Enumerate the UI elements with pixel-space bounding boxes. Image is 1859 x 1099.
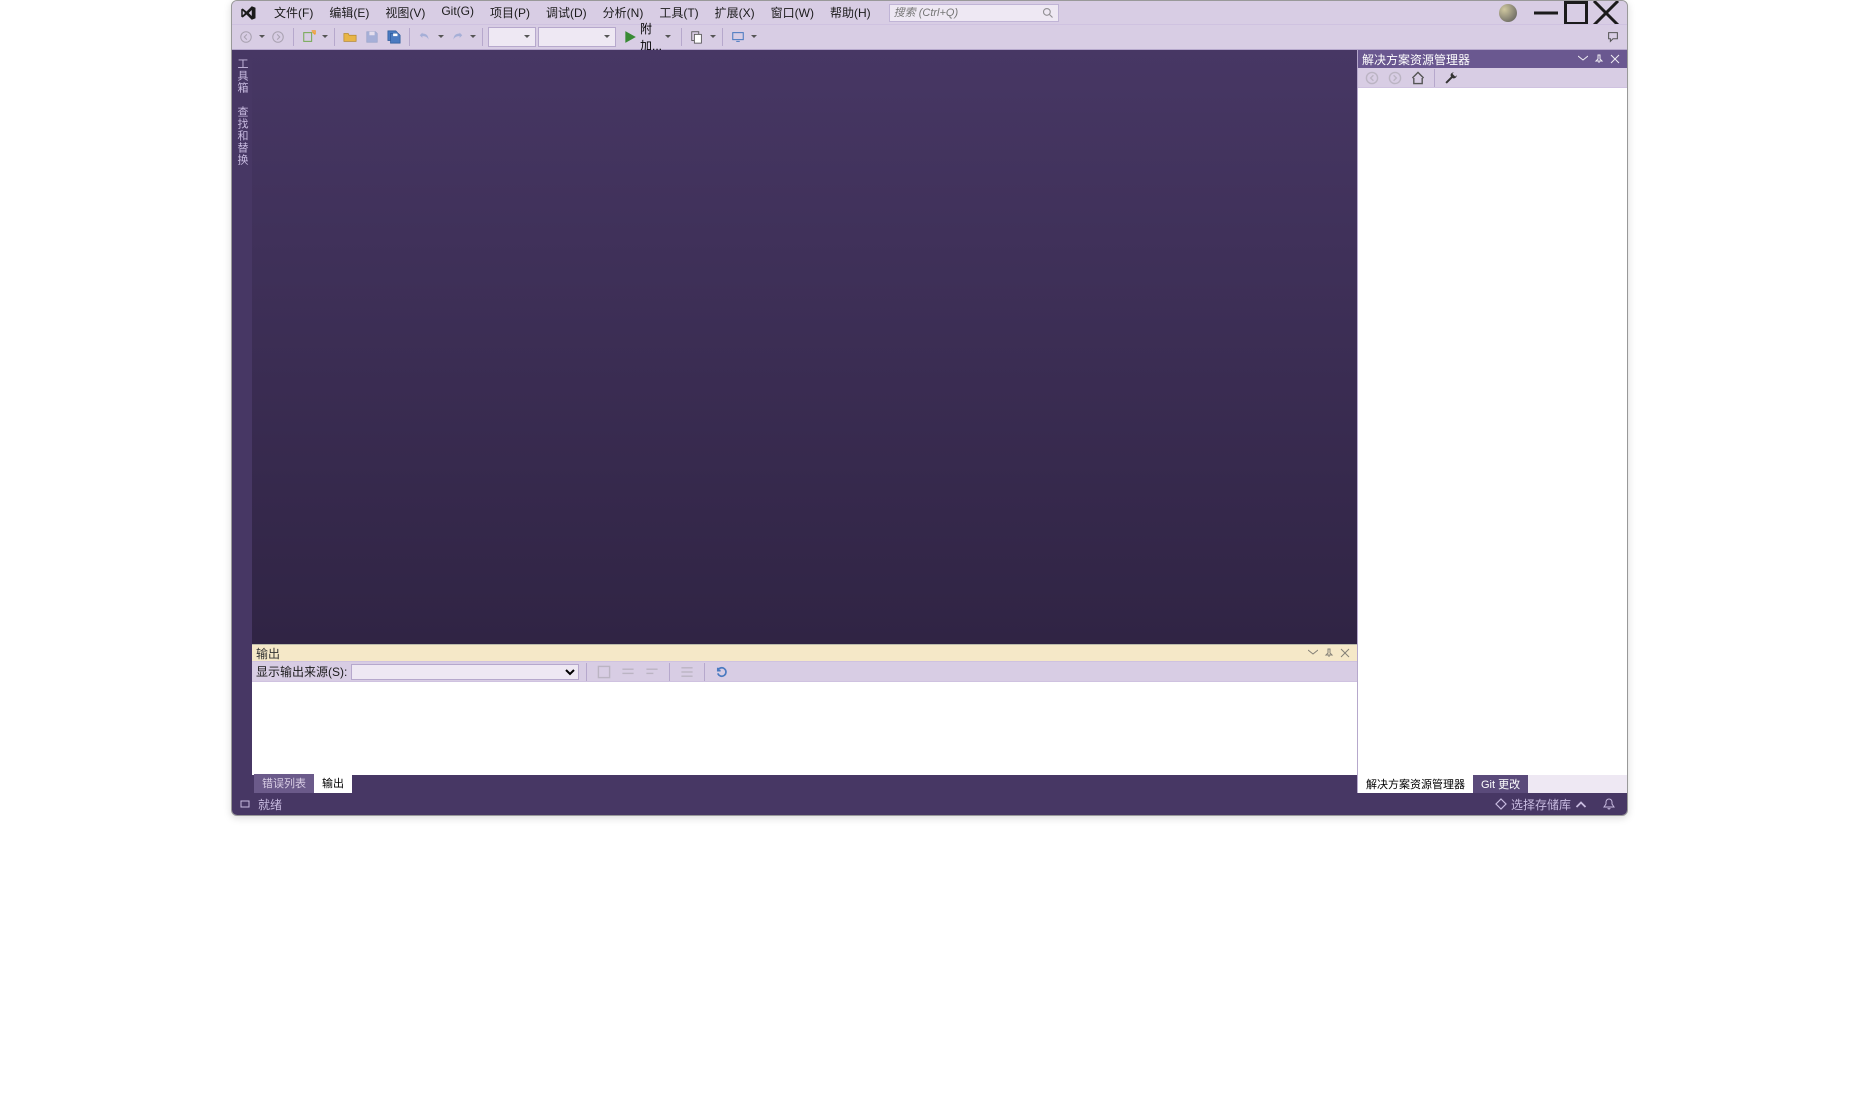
redo-button: [447, 27, 467, 47]
solution-explorer-tree[interactable]: [1358, 88, 1627, 775]
app-window: 文件(F) 编辑(E) 视图(V) Git(G) 项目(P) 调试(D) 分析(…: [231, 0, 1628, 816]
nav-back-button: [236, 27, 256, 47]
output-panel-body[interactable]: [252, 682, 1357, 775]
feedback-button[interactable]: [1603, 27, 1623, 47]
play-icon: [623, 30, 637, 44]
main-area: 工具箱 查找和替换 输出 显示输出来源(S):: [232, 50, 1627, 793]
chevron-down-icon: [665, 34, 671, 40]
solution-explorer-toolbar: [1358, 68, 1627, 88]
solution-config-combo[interactable]: [488, 27, 536, 47]
new-project-button[interactable]: [299, 27, 319, 47]
output-panel-toolbar: 显示输出来源(S):: [252, 662, 1357, 682]
sidebar-tab-toolbox[interactable]: 工具箱: [233, 54, 251, 98]
editor-surface[interactable]: [252, 50, 1357, 644]
output-source-label: 显示输出来源(S):: [256, 663, 347, 680]
output-toggle-wordwrap-button: [677, 662, 697, 682]
se-close-button[interactable]: [1607, 52, 1623, 66]
status-ready-icon: [240, 799, 250, 809]
se-forward-button: [1385, 68, 1405, 88]
menu-debug[interactable]: 调试(D): [538, 2, 595, 23]
tab-error-list[interactable]: 错误列表: [254, 774, 314, 793]
menu-view[interactable]: 视图(V): [377, 2, 433, 23]
repo-icon: [1495, 798, 1507, 810]
right-tabstrip: 解决方案资源管理器 Git 更改: [1358, 775, 1627, 793]
output-window-position-button[interactable]: [1305, 646, 1321, 660]
titlebar: 文件(F) 编辑(E) 视图(V) Git(G) 项目(P) 调试(D) 分析(…: [232, 1, 1627, 24]
se-home-button[interactable]: [1408, 68, 1428, 88]
standard-toolbar: 附加...: [232, 24, 1627, 50]
save-button: [362, 27, 382, 47]
output-pin-button[interactable]: [1321, 646, 1337, 660]
live-share-button[interactable]: [728, 27, 748, 47]
status-notifications-button[interactable]: [1599, 795, 1619, 813]
solution-explorer-panel: 解决方案资源管理器 解决方案资源管理器 Git 更改: [1357, 50, 1627, 793]
undo-button: [415, 27, 435, 47]
global-search-input[interactable]: [894, 7, 1042, 19]
sidebar-tab-find-replace[interactable]: 查找和替换: [233, 102, 251, 170]
account-avatar[interactable]: [1499, 4, 1517, 22]
statusbar: 就绪 选择存储库: [232, 793, 1627, 815]
chevron-up-icon: [1575, 798, 1587, 810]
se-pin-button[interactable]: [1591, 52, 1607, 66]
menu-file[interactable]: 文件(F): [266, 2, 321, 23]
menu-project[interactable]: 项目(P): [482, 2, 538, 23]
wrench-icon: [1444, 71, 1458, 85]
menu-extensions[interactable]: 扩展(X): [707, 2, 763, 23]
menu-window[interactable]: 窗口(W): [763, 2, 822, 23]
output-goto-next-button: [618, 662, 638, 682]
output-panel-header: 输出: [252, 644, 1357, 662]
output-goto-prev-button: [594, 662, 614, 682]
se-properties-button[interactable]: [1441, 68, 1461, 88]
nav-back-dropdown: [258, 34, 266, 40]
solution-platform-combo[interactable]: [538, 27, 616, 47]
global-search[interactable]: [889, 4, 1059, 22]
vs-logo-icon: [238, 3, 258, 23]
output-close-button[interactable]: [1337, 646, 1353, 660]
search-icon: [1042, 7, 1054, 19]
solution-explorer-title: 解决方案资源管理器: [1362, 51, 1470, 68]
live-share-dropdown[interactable]: [750, 34, 758, 40]
find-in-files-button[interactable]: [687, 27, 707, 47]
status-select-repo-label: 选择存储库: [1511, 796, 1571, 813]
se-window-position-button[interactable]: [1575, 52, 1591, 66]
find-dropdown[interactable]: [709, 34, 717, 40]
chevron-down-icon: [603, 34, 611, 40]
attach-label: 附加...: [640, 20, 662, 54]
open-file-button[interactable]: [340, 27, 360, 47]
bottom-tabstrip: 错误列表 输出: [252, 775, 1357, 793]
status-select-repo-button[interactable]: 选择存储库: [1491, 795, 1591, 813]
nav-forward-button: [268, 27, 288, 47]
undo-dropdown: [437, 34, 445, 40]
window-minimize-button[interactable]: [1531, 3, 1561, 23]
left-dock: 工具箱 查找和替换: [232, 50, 252, 793]
menu-help[interactable]: 帮助(H): [822, 2, 879, 23]
output-panel-title: 输出: [256, 645, 280, 662]
tab-git-changes[interactable]: Git 更改: [1473, 775, 1528, 793]
menu-edit[interactable]: 编辑(E): [321, 2, 377, 23]
chevron-down-icon: [523, 34, 531, 40]
new-project-dropdown[interactable]: [321, 34, 329, 40]
center-area: 输出 显示输出来源(S): 错误列表: [252, 50, 1357, 793]
window-maximize-button[interactable]: [1561, 3, 1591, 23]
output-source-combo[interactable]: [351, 664, 579, 680]
bell-icon: [1603, 798, 1615, 810]
menu-git[interactable]: Git(G): [433, 2, 482, 23]
output-clear-button: [642, 662, 662, 682]
status-ready-text: 就绪: [258, 796, 282, 813]
redo-dropdown: [469, 34, 477, 40]
attach-to-process-button[interactable]: 附加...: [618, 27, 676, 47]
se-back-button: [1362, 68, 1382, 88]
save-all-button[interactable]: [384, 27, 404, 47]
window-close-button[interactable]: [1591, 3, 1621, 23]
output-clear-all-button[interactable]: [712, 662, 732, 682]
solution-explorer-header: 解决方案资源管理器: [1358, 50, 1627, 68]
main-menu: 文件(F) 编辑(E) 视图(V) Git(G) 项目(P) 调试(D) 分析(…: [266, 2, 879, 23]
tab-output[interactable]: 输出: [314, 774, 352, 793]
tab-solution-explorer[interactable]: 解决方案资源管理器: [1358, 775, 1473, 793]
